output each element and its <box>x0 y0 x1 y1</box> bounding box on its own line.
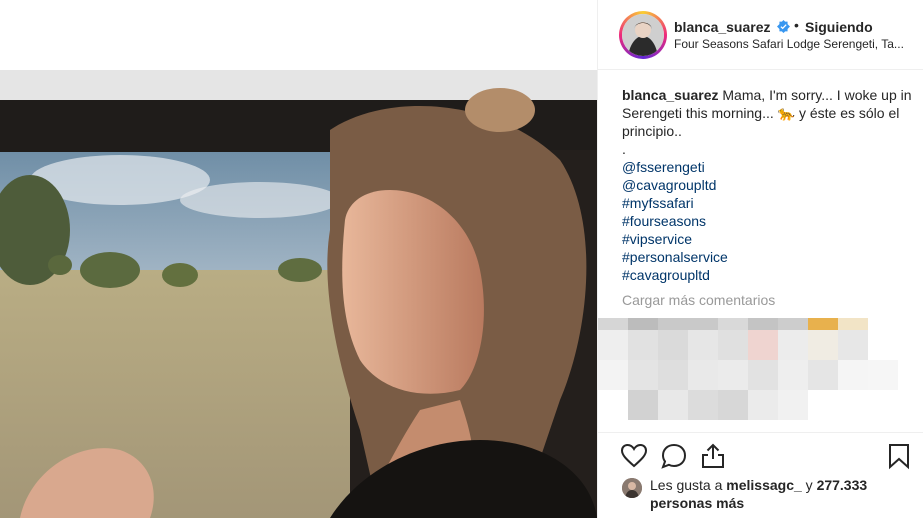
heart-icon[interactable] <box>620 442 648 470</box>
mention-link[interactable]: @fsserengeti <box>622 158 912 176</box>
caption-username[interactable]: blanca_suarez <box>622 87 719 103</box>
liker-avatar[interactable] <box>622 478 642 498</box>
post-photo[interactable] <box>0 70 597 518</box>
post-image-area <box>0 0 597 518</box>
share-icon[interactable] <box>699 442 727 470</box>
load-more-comments-button[interactable]: Cargar más comentarios <box>622 292 775 308</box>
post-location[interactable]: Four Seasons Safari Lodge Serengeti, Ta.… <box>674 37 914 51</box>
pixelated-comments <box>598 318 923 428</box>
post-side-panel: blanca_suarez • Siguiendo Four Seasons S… <box>597 0 923 518</box>
likes-text: Les gusta a melissagc_ y 277.333 persona… <box>650 476 910 512</box>
hashtag-link[interactable]: #fourseasons <box>622 212 912 230</box>
following-button[interactable]: Siguiendo <box>805 19 873 35</box>
verified-badge-icon <box>777 20 790 33</box>
header-separator: • <box>794 17 799 33</box>
caption-dot: . <box>622 141 626 157</box>
hashtag-link[interactable]: #vipservice <box>622 230 912 248</box>
caption-tags: @fsserengeti @cavagroupltd #myfssafari #… <box>622 158 912 284</box>
post-caption: blanca_suarez Mama, I'm sorry... I woke … <box>622 86 912 284</box>
likes-prefix: Les gusta a <box>650 477 723 493</box>
post-actions-bar <box>598 432 923 478</box>
post-header: blanca_suarez • Siguiendo Four Seasons S… <box>598 0 923 70</box>
hashtag-link[interactable]: #myfssafari <box>622 194 912 212</box>
avatar-story-ring[interactable] <box>619 11 667 59</box>
hashtag-link[interactable]: #personalservice <box>622 248 912 266</box>
hashtag-link[interactable]: #cavagroupltd <box>622 266 912 284</box>
bookmark-icon[interactable] <box>885 442 913 470</box>
likes-joiner: y <box>805 477 813 493</box>
mention-link[interactable]: @cavagroupltd <box>622 176 912 194</box>
liker-username[interactable]: melissagc_ <box>726 477 802 493</box>
post-username[interactable]: blanca_suarez <box>674 19 771 35</box>
avatar[interactable] <box>622 14 664 56</box>
comment-icon[interactable] <box>660 442 688 470</box>
